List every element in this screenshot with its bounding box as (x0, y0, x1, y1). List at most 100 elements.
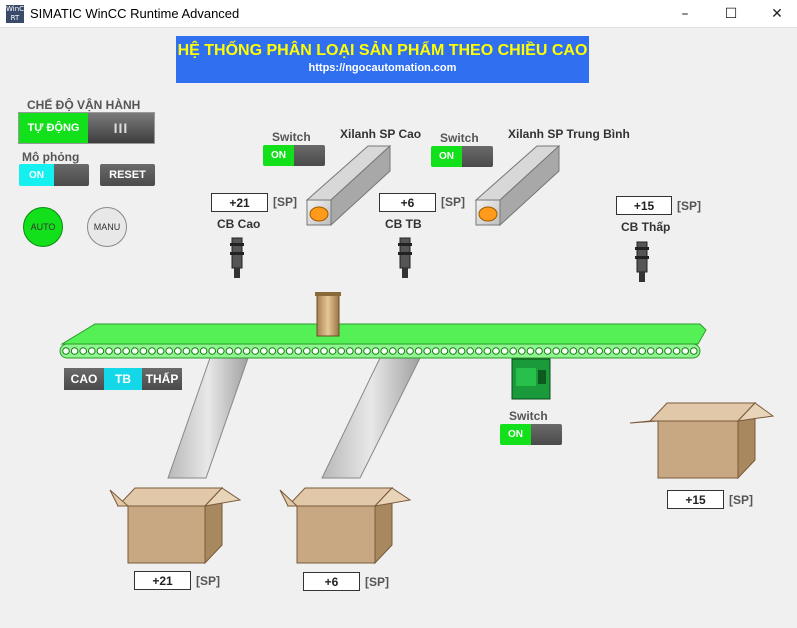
conveyor-roller (174, 347, 182, 355)
sensor-low-label: CB Thấp (621, 220, 671, 234)
mode-toggle[interactable]: TỰ ĐỘNG III (18, 112, 155, 144)
conveyor-roller (518, 347, 526, 355)
conveyor-roller (552, 347, 561, 355)
conveyor-roller (466, 347, 475, 355)
conveyor-roller (595, 347, 604, 355)
conveyor-roller (122, 347, 130, 355)
conveyor-roller (285, 347, 294, 355)
product-can (315, 292, 341, 337)
conveyor-roller (79, 347, 87, 355)
conveyor-roller (131, 347, 139, 355)
conveyor-roller (268, 347, 277, 355)
box-medium (279, 486, 412, 565)
toggle-handle (531, 424, 562, 445)
conveyor-roller (251, 347, 259, 355)
conveyor-roller (371, 347, 380, 355)
conveyor-roller (586, 347, 595, 355)
conveyor-roller (320, 347, 328, 355)
conveyor-roller (242, 347, 251, 355)
conveyor-roller (629, 347, 638, 355)
conveyor-roller (363, 347, 371, 355)
sensor-high-label: CB Cao (217, 217, 261, 231)
cylinder-medium-switch-on: ON (431, 146, 462, 167)
sensor-medium-counter: +6 (379, 193, 436, 212)
cylinder-high-switch-on: ON (263, 145, 294, 166)
conveyor-roller (62, 347, 70, 355)
reset-button[interactable]: RESET (100, 164, 155, 186)
conveyor-roller (664, 347, 672, 355)
conveyor-roller (690, 347, 698, 355)
simulation-label: Mô phỏng (22, 150, 80, 164)
toggle-handle (294, 145, 325, 166)
conveyor-roller (543, 347, 552, 355)
manu-indicator-lamp: MANU (87, 207, 127, 247)
conveyor-roller (277, 347, 285, 355)
conveyor-roller (414, 347, 423, 355)
conveyor-roller (475, 347, 483, 355)
conveyor-roller (406, 347, 414, 355)
conveyor-roller (449, 347, 457, 355)
conveyor-roller (225, 347, 234, 355)
conveyor-roller (647, 347, 655, 355)
box-medium-unit: [SP] (365, 575, 389, 589)
cylinder-medium-label: Xilanh SP Trung Bình (508, 127, 630, 141)
size-selector: CAO TB THẤP (64, 368, 182, 390)
conveyor-roller (655, 347, 664, 355)
conveyor-roller (561, 347, 569, 355)
mode-auto-label: TỰ ĐỘNG (19, 113, 88, 143)
cylinder-high-switch-label: Switch (272, 130, 311, 144)
cylinder-medium-switch[interactable]: ON (431, 146, 493, 167)
conveyor-roller (234, 347, 242, 355)
conveyor-roller (389, 347, 397, 355)
conveyor-roller (354, 347, 363, 355)
box-high (109, 486, 242, 565)
conveyor-roller (440, 347, 449, 355)
select-high-button[interactable]: CAO (64, 368, 104, 390)
conveyor-roller (638, 347, 647, 355)
toggle-handle (462, 146, 493, 167)
conveyor-roller (457, 347, 466, 355)
cylinder-high-switch[interactable]: ON (263, 145, 325, 166)
simulation-on-label: ON (19, 164, 54, 186)
conveyor-roller (612, 347, 621, 355)
conveyor-roller (88, 347, 96, 355)
conveyor-roller (604, 347, 612, 355)
conveyor-roller (621, 347, 629, 355)
motor-icon (511, 358, 551, 400)
mode-label: CHẾ ĐỘ VẬN HÀNH (27, 98, 141, 112)
banner-url: https://ngocautomation.com (308, 62, 457, 74)
conveyor-roller (483, 347, 492, 355)
minimize-button[interactable]: – (662, 0, 708, 28)
sensor-high-counter: +21 (211, 193, 268, 212)
motor-switch-label: Switch (509, 409, 548, 423)
conveyor-roller (294, 347, 303, 355)
conveyor-roller (156, 347, 165, 355)
box-low-unit: [SP] (729, 493, 753, 507)
select-medium-button[interactable]: TB (104, 368, 142, 390)
box-high-counter: +21 (134, 571, 191, 590)
conveyor-roller (423, 347, 432, 355)
sensor-medium-unit: [SP] (441, 195, 465, 209)
hmi-screen: HỆ THỐNG PHÂN LOẠI SẢN PHẨM THEO CHIỀU C… (0, 28, 797, 628)
conveyor-roller (96, 347, 105, 355)
conveyor-roller (569, 347, 578, 355)
conveyor-roller (148, 347, 156, 355)
close-button[interactable]: ✕ (754, 0, 797, 28)
conveyor-roller (260, 347, 268, 355)
maximize-button[interactable]: ☐ (708, 0, 754, 28)
simulation-toggle[interactable]: ON (19, 164, 89, 186)
box-low-counter: +15 (667, 490, 724, 509)
sensor-high-icon (230, 237, 244, 278)
sensor-high-unit: [SP] (273, 195, 297, 209)
select-low-button[interactable]: THẤP (142, 368, 182, 390)
conveyor-roller (182, 347, 191, 355)
sensor-low-counter: +15 (616, 196, 672, 215)
app-icon: WinCC RT (6, 5, 29, 23)
motor-switch-on: ON (500, 424, 531, 445)
motor-switch[interactable]: ON (500, 424, 562, 445)
header-banner: HỆ THỐNG PHÂN LOẠI SẢN PHẨM THEO CHIỀU C… (176, 36, 589, 83)
conveyor-roller (328, 347, 337, 355)
sensor-low-unit: [SP] (677, 199, 701, 213)
conveyor-roller (191, 347, 199, 355)
conveyor-roller (208, 347, 216, 355)
